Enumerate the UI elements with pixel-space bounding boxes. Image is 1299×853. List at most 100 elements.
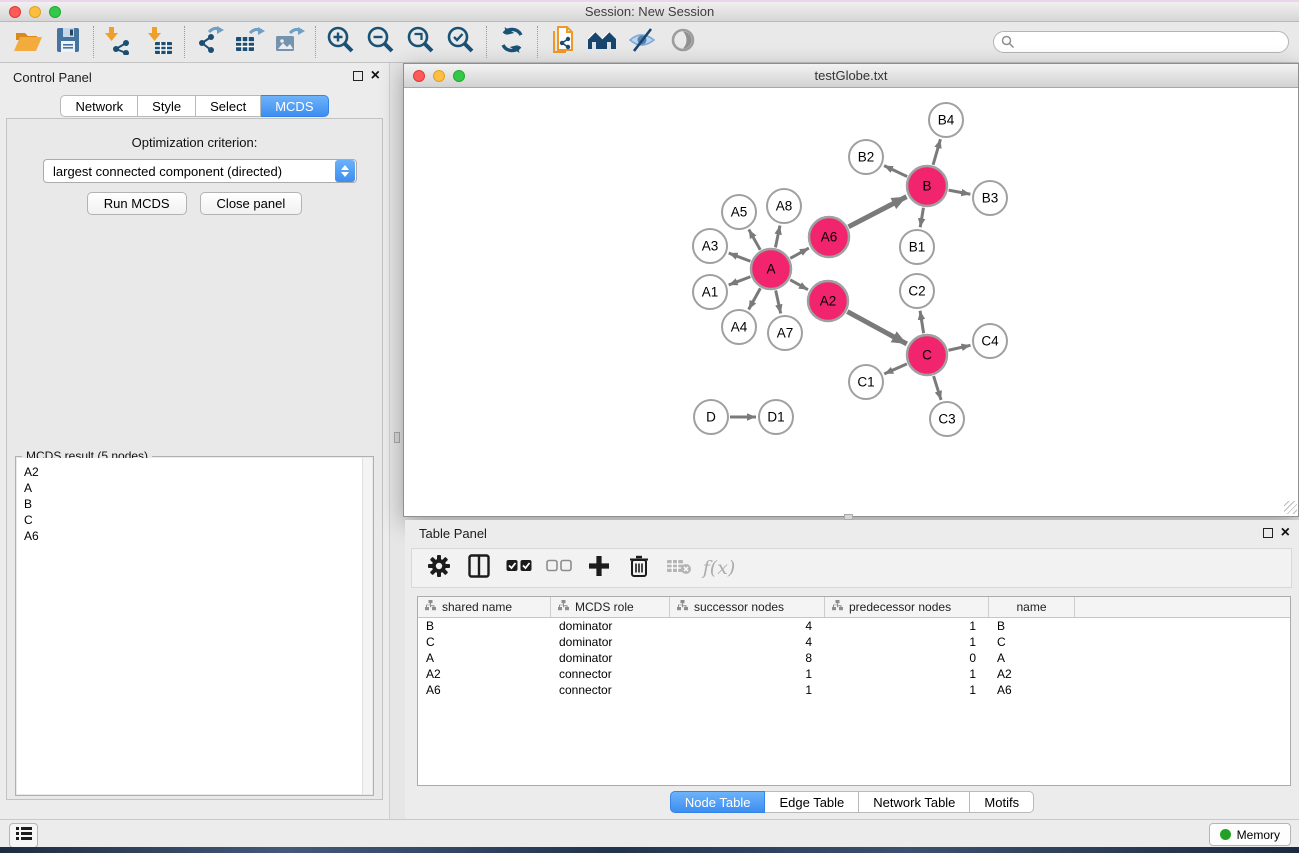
cell[interactable]: B — [989, 619, 1075, 633]
column-layout-button[interactable] — [462, 552, 496, 584]
cell[interactable]: connector — [551, 667, 670, 681]
splitter-handle[interactable] — [394, 432, 400, 443]
edge-A2-C[interactable] — [847, 312, 906, 344]
close-panel-icon[interactable]: × — [371, 71, 380, 81]
cell[interactable]: 1 — [825, 619, 989, 633]
column-header-shared-name[interactable]: shared name — [418, 597, 551, 617]
table-row[interactable]: Cdominator41C — [418, 634, 1290, 650]
cell[interactable]: connector — [551, 683, 670, 697]
column-header-name[interactable]: name — [989, 597, 1075, 617]
zoom-out-button[interactable] — [361, 25, 401, 59]
edge-A6-B[interactable] — [849, 197, 907, 227]
table-row[interactable]: A6connector11A6 — [418, 682, 1290, 698]
zoom-fit-button[interactable] — [401, 25, 441, 59]
export-table-button[interactable] — [230, 25, 270, 59]
edge-B-B2[interactable] — [884, 166, 907, 177]
run-mcds-button[interactable]: Run MCDS — [87, 192, 187, 215]
cell[interactable]: 4 — [670, 619, 825, 633]
edge-A-A8[interactable] — [775, 226, 780, 248]
close-panel-icon[interactable]: × — [1281, 528, 1290, 538]
result-item[interactable]: B — [24, 496, 372, 512]
node-table[interactable]: shared nameMCDS rolesuccessor nodesprede… — [417, 596, 1291, 786]
edge-A-A3[interactable] — [729, 253, 751, 261]
zoom-in-button[interactable] — [321, 25, 361, 59]
edge-A-A6[interactable] — [790, 248, 809, 258]
delete-column-button[interactable] — [622, 552, 656, 584]
result-item[interactable]: A6 — [24, 528, 372, 544]
table-settings-button[interactable] — [422, 552, 456, 584]
tab-mcds[interactable]: MCDS — [261, 95, 328, 117]
tab-style[interactable]: Style — [138, 95, 196, 117]
tab-network-table[interactable]: Network Table — [859, 791, 970, 813]
tab-motifs[interactable]: Motifs — [970, 791, 1034, 813]
float-panel-icon[interactable] — [1263, 528, 1273, 538]
hide-selected-button[interactable] — [623, 25, 663, 59]
cell[interactable]: B — [418, 619, 551, 633]
cell[interactable]: A2 — [418, 667, 551, 681]
memory-button[interactable]: Memory — [1209, 823, 1291, 846]
import-table-button[interactable] — [139, 25, 179, 59]
cell[interactable]: 1 — [825, 667, 989, 681]
criterion-dropdown[interactable]: largest connected component (directed) — [43, 159, 357, 183]
column-header-predecessor-nodes[interactable]: predecessor nodes — [825, 597, 989, 617]
search-input[interactable] — [993, 31, 1289, 53]
table-row[interactable]: Adominator80A — [418, 650, 1290, 666]
network-canvas[interactable]: B4B2BB3A8A5A6A3B1AA1C2A2A4A7C4CC1DD1C3 — [404, 88, 1298, 515]
edge-A-A1[interactable] — [729, 277, 751, 285]
table-row[interactable]: A2connector11A2 — [418, 666, 1290, 682]
edge-C-C3[interactable] — [934, 376, 941, 400]
result-item[interactable]: A — [24, 480, 372, 496]
table-row[interactable]: Bdominator41B — [418, 618, 1290, 634]
clone-network-button[interactable] — [543, 25, 583, 59]
cell[interactable]: dominator — [551, 651, 670, 665]
edge-B-B1[interactable] — [920, 208, 923, 228]
cell[interactable]: 1 — [670, 683, 825, 697]
column-header-MCDS-role[interactable]: MCDS role — [551, 597, 670, 617]
edge-A-A4[interactable] — [749, 288, 761, 309]
refresh-button[interactable] — [492, 25, 532, 59]
edge-B-B4[interactable] — [933, 139, 940, 165]
result-item[interactable]: A2 — [24, 464, 372, 480]
tab-node-table[interactable]: Node Table — [670, 791, 766, 813]
export-image-button[interactable] — [270, 25, 310, 59]
tab-select[interactable]: Select — [196, 95, 261, 117]
resize-grip[interactable] — [1284, 501, 1297, 514]
tab-network[interactable]: Network — [60, 95, 138, 117]
delete-table-button[interactable] — [662, 552, 696, 584]
function-builder-button[interactable]: f(x) — [702, 552, 736, 584]
edge-C-C2[interactable] — [920, 311, 924, 334]
edge-C-C4[interactable] — [948, 345, 970, 350]
first-neighbors-button[interactable] — [583, 25, 623, 59]
cell[interactable]: 1 — [825, 635, 989, 649]
cell[interactable]: 0 — [825, 651, 989, 665]
tab-edge-table[interactable]: Edge Table — [765, 791, 859, 813]
network-window-titlebar[interactable]: testGlobe.txt — [404, 64, 1298, 88]
deselect-all-button[interactable] — [542, 552, 576, 584]
cell[interactable]: A2 — [989, 667, 1075, 681]
cell[interactable]: A — [989, 651, 1075, 665]
edge-A-A2[interactable] — [790, 280, 808, 290]
cell[interactable]: 1 — [670, 667, 825, 681]
open-session-button[interactable] — [8, 25, 48, 59]
export-network-button[interactable] — [190, 25, 230, 59]
cell[interactable]: A6 — [418, 683, 551, 697]
select-all-button[interactable] — [502, 552, 536, 584]
task-history-button[interactable] — [9, 823, 38, 848]
close-panel-button[interactable]: Close panel — [200, 192, 303, 215]
cell[interactable]: 8 — [670, 651, 825, 665]
edge-A-A5[interactable] — [749, 229, 760, 249]
result-scrollbar[interactable] — [362, 458, 372, 794]
cell[interactable]: C — [989, 635, 1075, 649]
cell[interactable]: A — [418, 651, 551, 665]
cell[interactable]: 4 — [670, 635, 825, 649]
add-column-button[interactable] — [582, 552, 616, 584]
float-panel-icon[interactable] — [353, 71, 363, 81]
show-all-button[interactable] — [663, 25, 703, 59]
cell[interactable]: dominator — [551, 635, 670, 649]
save-session-button[interactable] — [48, 25, 88, 59]
edge-C-C1[interactable] — [884, 364, 907, 374]
cell[interactable]: dominator — [551, 619, 670, 633]
result-item[interactable]: C — [24, 512, 372, 528]
import-network-button[interactable] — [99, 25, 139, 59]
cell[interactable]: A6 — [989, 683, 1075, 697]
